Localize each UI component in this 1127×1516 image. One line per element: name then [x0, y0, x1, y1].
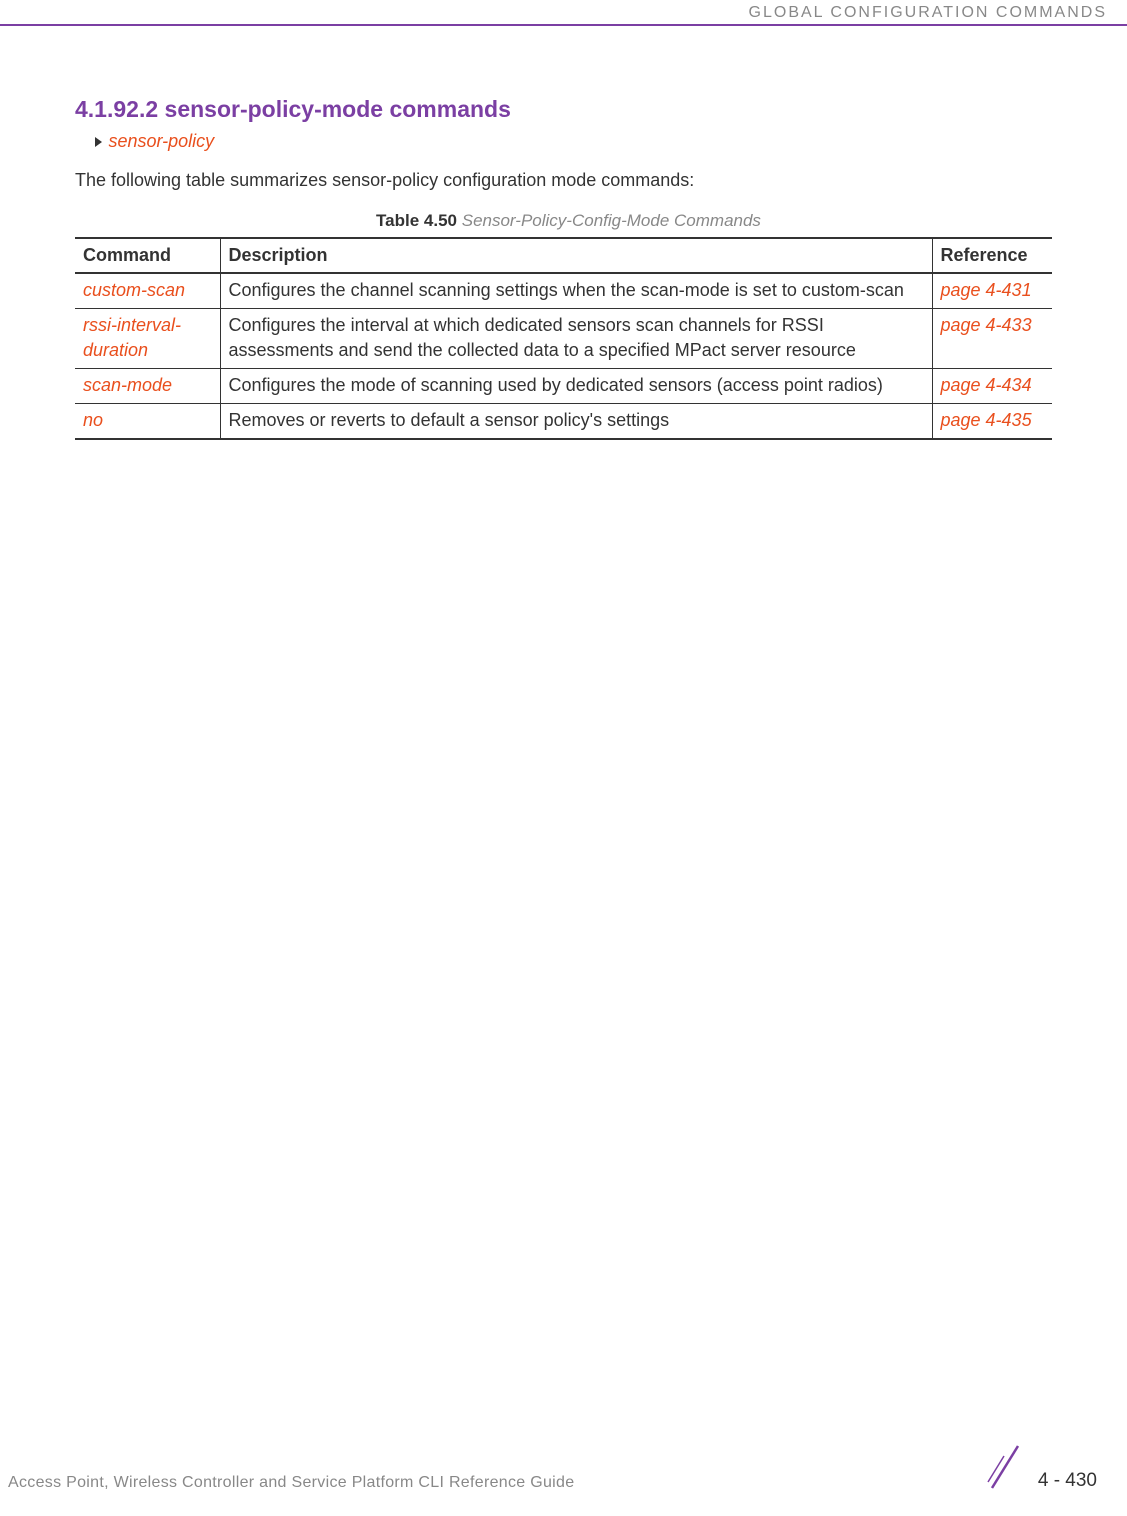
page-number: 4 - 430	[1038, 1470, 1097, 1492]
cell-command: no	[75, 404, 220, 440]
table-header-row: Command Description Reference	[75, 238, 1052, 273]
table-caption-title: Sensor-Policy-Config-Mode Commands	[462, 211, 761, 230]
reference-link[interactable]: page 4-433	[941, 315, 1032, 335]
reference-link[interactable]: page 4-435	[941, 410, 1032, 430]
cell-description: Configures the channel scanning settings…	[220, 273, 932, 309]
table-row: custom-scan Configures the channel scann…	[75, 273, 1052, 309]
commands-table: Command Description Reference custom-sca…	[75, 237, 1052, 440]
cell-reference: page 4-434	[932, 368, 1052, 403]
footer-right: 4 - 430	[984, 1442, 1097, 1492]
table-row: no Removes or reverts to default a senso…	[75, 404, 1052, 440]
page-footer: Access Point, Wireless Controller and Se…	[0, 1442, 1127, 1492]
slash-icon	[984, 1442, 1024, 1492]
cell-reference: page 4-431	[932, 273, 1052, 309]
cell-command: scan-mode	[75, 368, 220, 403]
breadcrumb: sensor-policy	[95, 131, 1052, 152]
reference-link[interactable]: page 4-434	[941, 375, 1032, 395]
header-title: GLOBAL CONFIGURATION COMMANDS	[749, 4, 1107, 21]
command-link[interactable]: no	[83, 410, 103, 430]
header-reference: Reference	[932, 238, 1052, 273]
header-description: Description	[220, 238, 932, 273]
breadcrumb-link[interactable]: sensor-policy	[108, 131, 214, 151]
main-content: 4.1.92.2 sensor-policy-mode commands sen…	[0, 26, 1127, 440]
header-command: Command	[75, 238, 220, 273]
command-link[interactable]: rssi-interval-duration	[83, 315, 181, 359]
cell-command: custom-scan	[75, 273, 220, 309]
cell-reference: page 4-435	[932, 404, 1052, 440]
reference-link[interactable]: page 4-431	[941, 280, 1032, 300]
cell-description: Configures the interval at which dedicat…	[220, 309, 932, 369]
table-caption: Table 4.50 Sensor-Policy-Config-Mode Com…	[85, 211, 1052, 231]
page-header: GLOBAL CONFIGURATION COMMANDS	[0, 0, 1127, 22]
intro-text: The following table summarizes sensor-po…	[75, 170, 1052, 191]
table-caption-prefix: Table 4.50	[376, 211, 457, 230]
footer-guide-title: Access Point, Wireless Controller and Se…	[8, 1474, 574, 1492]
command-link[interactable]: scan-mode	[83, 375, 172, 395]
table-row: scan-mode Configures the mode of scannin…	[75, 368, 1052, 403]
right-arrow-icon	[95, 137, 102, 147]
table-row: rssi-interval-duration Configures the in…	[75, 309, 1052, 369]
cell-description: Configures the mode of scanning used by …	[220, 368, 932, 403]
cell-command: rssi-interval-duration	[75, 309, 220, 369]
cell-description: Removes or reverts to default a sensor p…	[220, 404, 932, 440]
section-number: 4.1.92.2	[75, 96, 158, 122]
section-title: 4.1.92.2 sensor-policy-mode commands	[75, 96, 1052, 123]
section-name: sensor-policy-mode commands	[165, 96, 511, 122]
cell-reference: page 4-433	[932, 309, 1052, 369]
command-link[interactable]: custom-scan	[83, 280, 185, 300]
